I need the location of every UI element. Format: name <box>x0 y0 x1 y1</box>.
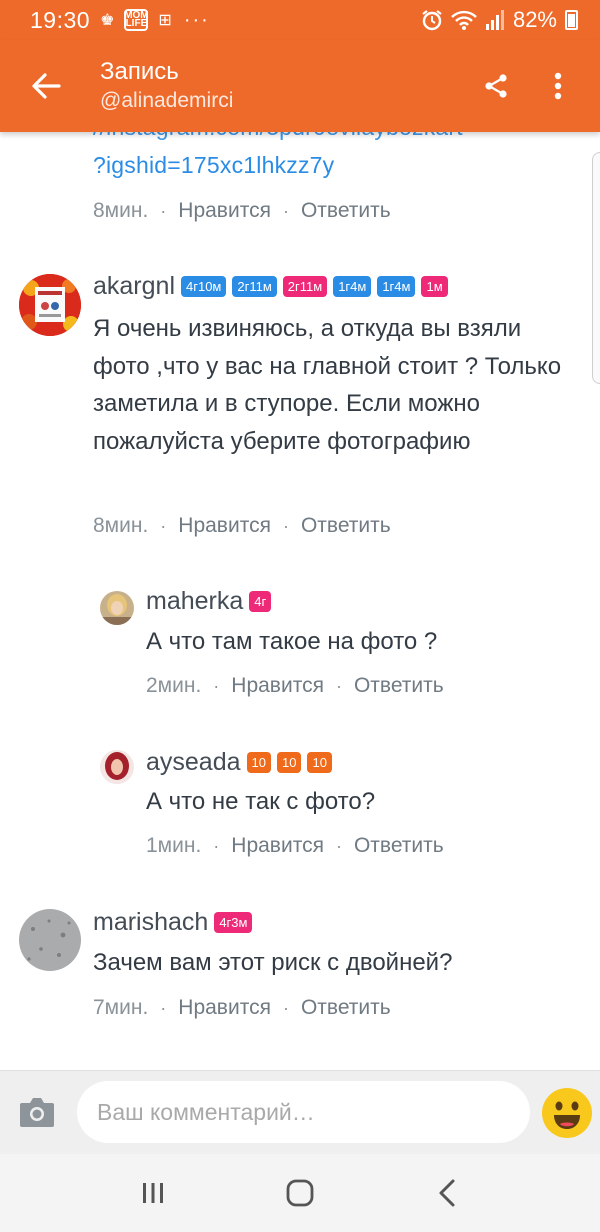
reply-button[interactable]: Ответить <box>301 996 391 1020</box>
notification-app-icon: ♚ <box>100 12 115 29</box>
user-badge: 4г3м <box>214 912 253 933</box>
avatar-akargnl[interactable] <box>19 274 81 336</box>
user-badge: 10 <box>277 752 302 773</box>
status-bar: 19:30 ♚ MOM LIFE ⊞ ··· 82% <box>0 0 600 40</box>
recents-icon <box>143 1183 164 1203</box>
photo-app-icon: ⊞ <box>158 12 172 29</box>
attach-photo-button[interactable] <box>18 1095 56 1129</box>
comment-meta: 7мин. · Нравится · Ответить <box>93 996 391 1020</box>
comment-meta: 8мин. · Нравится · Ответить <box>93 199 391 223</box>
system-nav-bar <box>0 1154 600 1232</box>
reply-button[interactable]: Ответить <box>354 834 444 858</box>
comment-time: 2мин. <box>146 674 202 697</box>
system-back-button[interactable] <box>417 1163 477 1223</box>
like-button[interactable]: Нравится <box>178 199 271 223</box>
comment-text: А что там такое на фото ? <box>146 628 438 655</box>
comment-time: 7мин. <box>93 996 149 1019</box>
recents-button[interactable] <box>123 1163 183 1223</box>
comment-time: 8мин. <box>93 199 149 222</box>
comment-link-cut[interactable]: //instagram.com/3pdr0evllaybozkart <box>93 132 463 141</box>
user-badge: 10 <box>246 752 271 773</box>
comment-username[interactable]: ayseada 10 10 10 <box>146 748 332 777</box>
page-title: Запись <box>100 58 179 85</box>
status-time: 19:30 <box>30 6 91 33</box>
alarm-icon <box>422 10 442 31</box>
share-button[interactable] <box>470 60 522 112</box>
home-button[interactable] <box>270 1163 330 1223</box>
comment-text: А что не так с фото? <box>146 788 376 815</box>
avatar-ayseada[interactable] <box>100 750 134 784</box>
emoji-button[interactable] <box>541 1087 593 1139</box>
back-button[interactable] <box>18 58 74 114</box>
scroll-indicator[interactable] <box>592 152 600 384</box>
user-badge: 1г4м <box>333 276 372 297</box>
screen: 19:30 ♚ MOM LIFE ⊞ ··· 82% Запись @alina… <box>0 0 600 1232</box>
toolbar-titles: Запись @alinademirci <box>100 57 233 115</box>
comment-input[interactable] <box>77 1081 530 1143</box>
reply-button[interactable]: Ответить <box>301 199 391 223</box>
back-arrow-icon <box>32 73 61 99</box>
back-icon <box>439 1179 455 1207</box>
battery-icon <box>565 10 578 30</box>
smiley-icon <box>542 1088 592 1138</box>
more-vertical-icon <box>554 72 562 100</box>
user-badge: 4г10м <box>181 276 227 297</box>
share-icon <box>485 74 507 98</box>
comment-text: Зачем вам этот риск с двойней? <box>93 949 453 976</box>
avatar-marishach[interactable] <box>19 909 81 971</box>
comment-username[interactable]: akargnl 4г10м 2г11м 2г11м 1г4м 1г4м 1м <box>93 272 448 301</box>
user-badge: 2г11м <box>282 276 328 297</box>
like-button[interactable]: Нравится <box>231 674 324 698</box>
like-button[interactable]: Нравится <box>178 996 271 1020</box>
wifi-icon <box>451 10 477 30</box>
app-toolbar: Запись @alinademirci <box>0 40 600 132</box>
more-notifications-icon: ··· <box>183 8 210 31</box>
comment-meta: 1мин. · Нравится · Ответить <box>146 834 444 858</box>
comment-username[interactable]: marishach 4г3м <box>93 908 253 937</box>
camera-icon <box>20 1098 54 1127</box>
page-subtitle: @alinademirci <box>100 89 234 112</box>
signal-icon <box>485 10 504 30</box>
reply-button[interactable]: Ответить <box>354 674 444 698</box>
user-badge: 1г4м <box>377 276 416 297</box>
user-badge: 4г <box>249 591 272 612</box>
comment-time: 1мин. <box>146 834 202 857</box>
comment-username[interactable]: maherka 4г <box>146 587 272 616</box>
user-badge: 10 <box>307 752 332 773</box>
comment-text: Я очень извиняюсь, а откуда вы взяли фот… <box>93 315 562 455</box>
avatar-maherka[interactable] <box>100 591 134 625</box>
user-badge: 1м <box>421 276 448 297</box>
more-options-button[interactable] <box>532 60 584 112</box>
comment-time: 8мин. <box>93 514 149 537</box>
like-button[interactable]: Нравится <box>178 514 271 538</box>
like-button[interactable]: Нравится <box>231 834 324 858</box>
comment-composer <box>0 1070 600 1154</box>
home-icon <box>286 1179 314 1207</box>
comment-meta: 2мин. · Нравится · Ответить <box>146 674 444 698</box>
comment-link[interactable]: ?igshid=175xc1lhkzz7y <box>93 152 334 179</box>
toolbar-actions <box>460 60 584 112</box>
reply-button[interactable]: Ответить <box>301 514 391 538</box>
comment-meta: 8мин. · Нравится · Ответить <box>93 514 391 538</box>
comments-list[interactable]: //instagram.com/3pdr0evllaybozkart ?igsh… <box>0 132 600 1070</box>
mom-life-app-icon: MOM LIFE <box>124 9 149 31</box>
battery-percent: 82% <box>512 7 557 32</box>
user-badge: 2г11м <box>232 276 277 297</box>
status-right: 82% <box>421 7 578 33</box>
